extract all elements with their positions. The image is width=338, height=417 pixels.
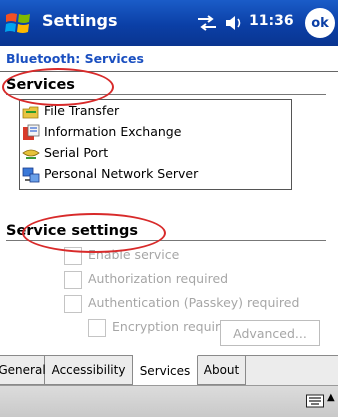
network-server-icon	[22, 167, 40, 183]
list-item-information-exchange[interactable]: Information Exchange	[22, 123, 287, 143]
folder-transfer-icon	[22, 106, 39, 119]
page-title: Bluetooth: Services	[6, 51, 144, 66]
app-title: Settings	[42, 11, 118, 30]
windows-start-icon[interactable]	[4, 9, 32, 37]
encryption-label: Encryption required	[112, 319, 236, 334]
authorization-label: Authorization required	[88, 271, 229, 286]
title-bar: Settings 11:36 ok	[0, 0, 338, 46]
command-bar: ▲	[0, 385, 338, 417]
volume-icon[interactable]	[224, 14, 244, 32]
info-exchange-icon	[23, 124, 40, 140]
serial-port-icon	[22, 149, 40, 159]
tab-about[interactable]: About	[198, 356, 246, 385]
service-settings-callout-ellipse	[22, 213, 166, 253]
list-item-personal-network-server[interactable]: Personal Network Server	[22, 165, 287, 185]
keyboard-icon[interactable]	[306, 394, 324, 408]
services-callout-ellipse	[2, 68, 114, 106]
sip-arrow-icon[interactable]: ▲	[327, 392, 335, 403]
ok-button[interactable]: ok	[305, 8, 335, 38]
tab-accessibility[interactable]: Accessibility	[45, 356, 133, 385]
tab-services[interactable]: Services	[133, 355, 198, 386]
authorization-checkbox[interactable]	[64, 271, 82, 289]
tab-strip: General Accessibility Services About	[0, 355, 338, 386]
connectivity-icon[interactable]	[196, 15, 218, 31]
encryption-checkbox[interactable]	[88, 319, 106, 337]
authentication-label: Authentication (Passkey) required	[88, 295, 300, 310]
list-item-serial-port[interactable]: Serial Port	[22, 144, 287, 164]
tab-general[interactable]: General	[0, 356, 46, 385]
services-list[interactable]: File Transfer Information Exchange Seria…	[19, 99, 292, 190]
clock[interactable]: 11:36	[249, 13, 294, 29]
advanced-button[interactable]: Advanced...	[220, 320, 320, 346]
authentication-checkbox[interactable]	[64, 295, 82, 313]
